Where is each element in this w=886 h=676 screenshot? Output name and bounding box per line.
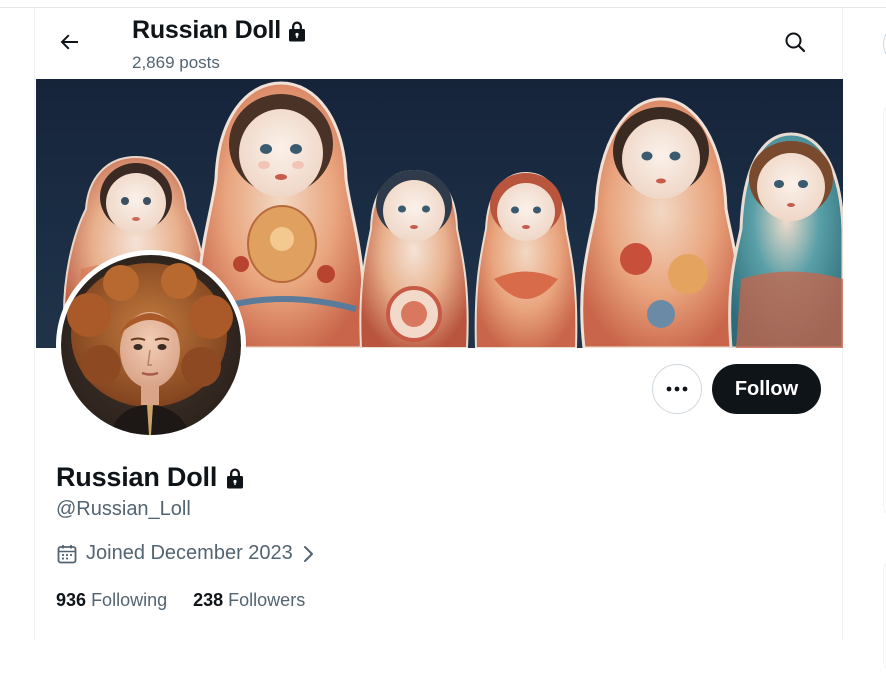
browser-top-edge [0,0,886,8]
avatar-photo [61,255,241,435]
following-label: Following [91,590,168,610]
follow-button[interactable]: Follow [712,364,821,414]
right-sidebar-edge [843,8,886,676]
back-button[interactable] [51,24,87,60]
profile-column: Russian Doll 2,869 posts Follow Russian … [34,8,843,640]
lock-icon [289,21,306,41]
calendar-icon [57,544,77,563]
more-horizontal-icon [666,386,688,392]
following-count: 936 [56,590,87,610]
profile-avatar[interactable] [56,250,246,440]
following-link[interactable]: 936 Following [56,590,167,611]
profile-handle: @Russian_Loll [56,498,191,520]
followers-link[interactable]: 238 Followers [193,590,305,611]
followers-label: Followers [228,590,306,610]
followers-count: 238 [193,590,224,610]
joined-date: Joined December 2023 [86,542,293,564]
display-name: Russian Doll [56,462,218,492]
search-icon [785,32,806,53]
header-title: Russian Doll [132,16,282,44]
profile-name-row: Russian Doll [56,462,245,493]
header-title-row: Russian Doll [132,16,307,45]
search-button[interactable] [777,24,813,60]
profile-header: Russian Doll 2,869 posts [35,8,842,79]
lock-icon [227,468,244,488]
chevron-right-icon [303,545,313,562]
joined-date-link[interactable]: Joined December 2023 [56,542,315,565]
arrow-left-icon [60,34,78,50]
post-count: 2,869 posts [132,53,220,72]
follow-stats: 936 Following 238 Followers [56,590,305,611]
left-gutter [0,8,34,640]
more-options-button[interactable] [652,364,702,414]
